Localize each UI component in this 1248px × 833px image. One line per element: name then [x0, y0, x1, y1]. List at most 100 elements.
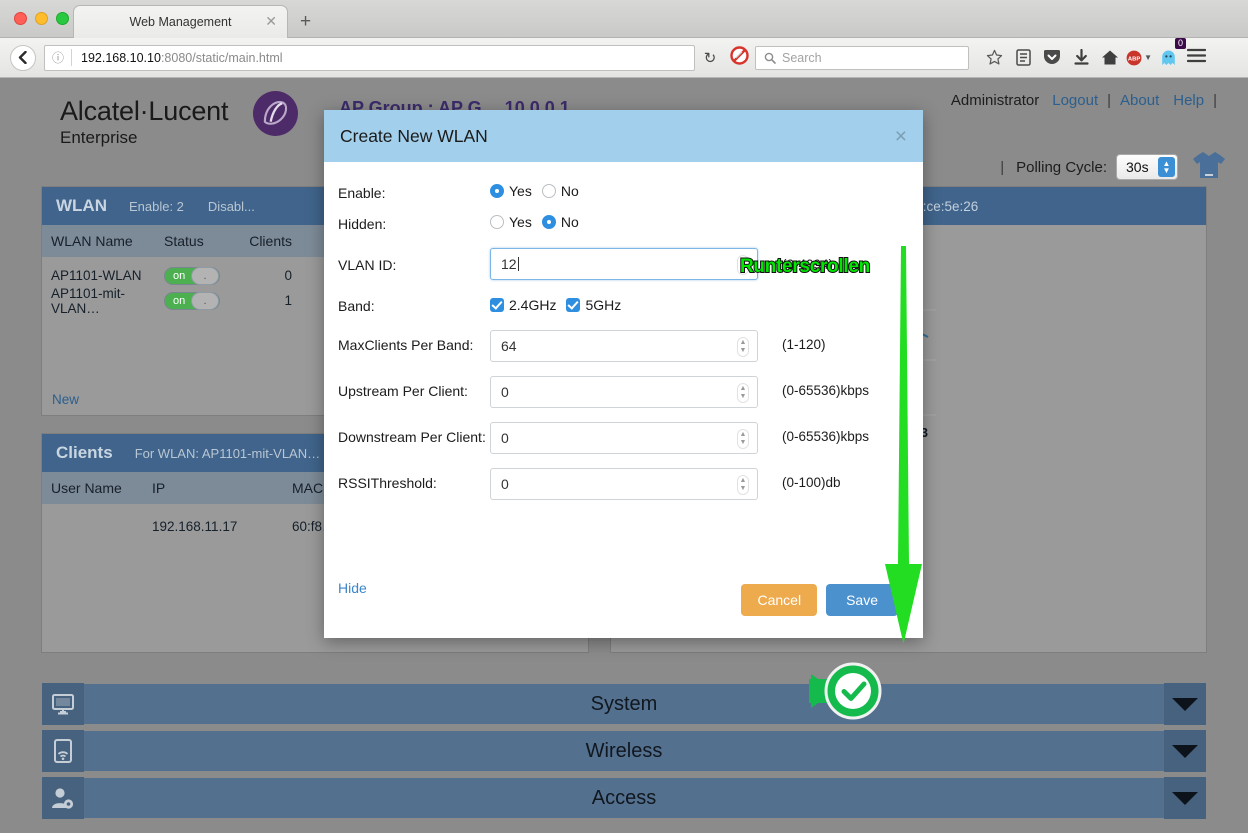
clients-panel-meta: For WLAN: AP1101-mit-VLAN… [135, 446, 320, 461]
stepper-icon[interactable]: ▲▼ [737, 429, 749, 449]
band-5ghz-checkbox[interactable] [566, 298, 580, 312]
browser-chrome: Web Management ✕ + ⓘ 192.168.10.10:8080/… [0, 0, 1248, 78]
field-rssi-threshold: RSSIThreshold: 0 ▲▼ (0-100)db [324, 468, 923, 500]
help-link[interactable]: Help [1173, 92, 1204, 109]
reader-list-icon[interactable] [1010, 45, 1036, 71]
accordion-title: System [84, 693, 1164, 716]
chevron-down-icon[interactable] [1164, 683, 1206, 725]
accordion-wireless[interactable]: Wireless [41, 730, 1207, 772]
field-label: Upstream Per Client: [338, 376, 490, 401]
nav-separator-2: | [1213, 92, 1217, 109]
hide-link[interactable]: Hide [338, 580, 367, 596]
close-icon[interactable]: × [895, 126, 907, 147]
polling-cycle-select[interactable]: 30s ▲▼ [1116, 154, 1178, 180]
field-hint: (1-120) [760, 330, 900, 352]
window-controls[interactable] [14, 12, 69, 25]
downloads-icon[interactable] [1068, 45, 1094, 71]
new-tab-button[interactable]: + [300, 12, 311, 31]
enable-no-radio[interactable] [542, 184, 556, 198]
brand-logo-text: Alcatel·Lucent Enterprise [60, 96, 228, 148]
enable-radio-group[interactable]: Yes No [490, 182, 760, 199]
field-hint: (0-65536)kbps [760, 422, 900, 444]
stepper-icon[interactable]: ▲▼ [737, 383, 749, 403]
max-clients-input[interactable]: 64 ▲▼ [490, 330, 758, 362]
adblock-plus-icon[interactable]: ABP ▼ [1126, 45, 1152, 71]
status-toggle[interactable]: on . [164, 267, 220, 285]
field-label: VLAN ID: [338, 248, 490, 275]
enable-no-label: No [561, 183, 579, 199]
band-checkbox-group[interactable]: 2.4GHz 5GHz [490, 295, 760, 313]
close-icon[interactable]: ✕ [265, 14, 277, 28]
accordion-access[interactable]: Access [41, 777, 1207, 819]
ghostery-icon[interactable]: 0 [1155, 45, 1181, 71]
back-button[interactable] [10, 45, 36, 71]
address-bar[interactable]: ⓘ 192.168.10.10:8080/static/main.html [44, 45, 695, 71]
wlan-clients-cell: 0 [242, 268, 304, 283]
upstream-input[interactable]: 0 ▲▼ [490, 376, 758, 408]
field-hint [760, 213, 900, 216]
dialog-body: Enable: Yes No Hidden: Yes [324, 162, 923, 638]
hamburger-menu-icon[interactable] [1187, 48, 1206, 68]
svg-text:ABP: ABP [1128, 56, 1140, 62]
chevron-down-icon[interactable] [1164, 730, 1206, 772]
downstream-input[interactable]: 0 ▲▼ [490, 422, 758, 454]
wlan-enable-count: Enable: 2 [129, 199, 184, 214]
downstream-value: 0 [491, 430, 509, 446]
browser-tab[interactable]: Web Management ✕ [73, 5, 288, 38]
stepper-icon[interactable]: ▲▼ [737, 475, 749, 495]
field-hint [760, 182, 900, 185]
status-toggle[interactable]: on . [164, 292, 220, 310]
save-button[interactable]: Save [826, 584, 898, 616]
stepper-icon[interactable]: ▲▼ [1158, 157, 1175, 177]
logout-link[interactable]: Logout [1052, 92, 1098, 109]
polling-cycle-label: Polling Cycle: [1016, 159, 1107, 176]
site-info-icon[interactable]: ⓘ [45, 49, 71, 66]
url-text: 192.168.10.10:8080/static/main.html [72, 51, 283, 65]
column-wlan-name: WLAN Name [42, 233, 164, 249]
minimize-window-button[interactable] [35, 12, 48, 25]
dialog-header: Create New WLAN × [324, 110, 923, 162]
rssi-threshold-value: 0 [491, 476, 509, 492]
close-window-button[interactable] [14, 12, 27, 25]
field-label: Band: [338, 295, 490, 316]
hidden-yes-radio[interactable] [490, 215, 504, 229]
stepper-icon[interactable]: ▲▼ [737, 337, 749, 357]
theme-shirt-icon[interactable] [1192, 150, 1226, 184]
noscript-icon[interactable] [725, 46, 753, 70]
reload-icon[interactable]: ↻ [695, 49, 725, 67]
tab-strip: Web Management ✕ + [0, 0, 1248, 38]
web-management-page: Alcatel·Lucent Enterprise AP Group : AP … [0, 78, 1248, 833]
band-24ghz-checkbox[interactable] [490, 298, 504, 312]
url-host: 192.168.10.10 [81, 51, 161, 65]
clients-panel-title: Clients [56, 443, 113, 463]
hidden-no-radio[interactable] [542, 215, 556, 229]
pocket-icon[interactable] [1039, 45, 1065, 71]
hidden-radio-group[interactable]: Yes No [490, 213, 760, 230]
vlan-id-input[interactable]: 12 ▲▼ [490, 248, 758, 280]
accordion-title: Wireless [84, 740, 1164, 763]
about-link[interactable]: About [1120, 92, 1159, 109]
home-icon[interactable] [1097, 45, 1123, 71]
wireless-icon [42, 730, 84, 772]
enable-yes-radio[interactable] [490, 184, 504, 198]
wlan-panel-title: WLAN [56, 196, 107, 216]
field-hint: (0-100)db [760, 468, 900, 490]
wlan-name-cell: AP1101-WLAN [42, 268, 164, 283]
accordion-system[interactable]: System [41, 683, 1207, 725]
url-path: :8080/static/main.html [161, 51, 283, 65]
stepper-icon[interactable]: ▲▼ [737, 255, 749, 275]
rssi-threshold-input[interactable]: 0 ▲▼ [490, 468, 758, 500]
chevron-down-icon[interactable]: ▼ [1144, 53, 1152, 62]
field-label: MaxClients Per Band: [338, 330, 490, 355]
new-wlan-link[interactable]: New [52, 392, 79, 407]
maximize-window-button[interactable] [56, 12, 69, 25]
band-5ghz-label: 5GHz [585, 297, 621, 313]
search-input[interactable]: Search [755, 46, 969, 70]
wlan-clients-cell: 1 [242, 293, 304, 308]
field-label: Hidden: [338, 213, 490, 234]
client-ip-cell: 192.168.11.17 [152, 519, 292, 534]
cancel-button[interactable]: Cancel [741, 584, 817, 616]
chevron-down-icon[interactable] [1164, 777, 1206, 819]
enable-yes-label: Yes [509, 183, 532, 199]
bookmark-star-icon[interactable] [981, 45, 1007, 71]
